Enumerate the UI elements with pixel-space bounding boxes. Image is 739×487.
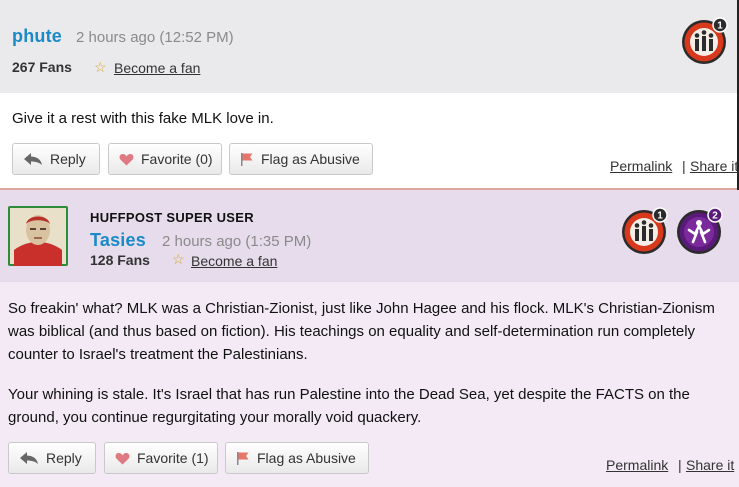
badge-level: 1 xyxy=(657,211,663,222)
superuser-badge-icon[interactable]: 2 xyxy=(675,206,725,256)
favorite-button[interactable]: Favorite (1) xyxy=(104,442,218,474)
reply-button[interactable]: Reply xyxy=(8,442,96,474)
favorite-button[interactable]: Favorite (0) xyxy=(108,143,222,175)
comment-text: Your whining is stale. It's Israel that … xyxy=(8,386,690,426)
fan-count: 267 Fans xyxy=(12,59,72,75)
comment-timestamp: 2 hours ago (1:35 PM) xyxy=(162,233,312,250)
heart-icon xyxy=(119,153,134,166)
flag-icon xyxy=(236,451,250,465)
permalink-link[interactable]: Permalink xyxy=(606,457,668,473)
flag-label: Flag as Abusive xyxy=(257,450,356,466)
heart-icon xyxy=(115,452,130,465)
username-link[interactable]: phute xyxy=(12,26,62,47)
flag-abusive-button[interactable]: Flag as Abusive xyxy=(225,442,369,474)
become-fan-link[interactable]: Become a fan xyxy=(114,60,200,76)
badge-level: 1 xyxy=(717,21,723,32)
become-fan-link[interactable]: Become a fan xyxy=(191,253,277,269)
comment-1-header xyxy=(0,0,739,93)
reply-arrow-icon xyxy=(23,152,43,166)
comment-text: So freakin' what? MLK was a Christian-Zi… xyxy=(8,300,715,363)
reply-label: Reply xyxy=(46,450,82,466)
reply-arrow-icon xyxy=(19,451,39,465)
badge-level: 2 xyxy=(712,211,718,222)
username-link[interactable]: Tasies xyxy=(90,230,146,251)
star-icon: ☆ xyxy=(172,251,185,267)
permalink-link[interactable]: Permalink xyxy=(610,158,672,174)
user-title: HUFFPOST SUPER USER xyxy=(90,210,254,225)
reply-label: Reply xyxy=(50,151,86,167)
networking-badge-icon[interactable]: 1 xyxy=(680,16,730,66)
comment-text: Give it a rest with this fake MLK love i… xyxy=(12,110,274,127)
flag-icon xyxy=(240,152,254,166)
avatar[interactable] xyxy=(8,206,68,266)
star-icon: ☆ xyxy=(94,59,107,75)
favorite-label: Favorite (0) xyxy=(141,151,213,167)
reply-button[interactable]: Reply xyxy=(12,143,100,175)
link-separator: | xyxy=(682,158,686,174)
fan-count: 128 Fans xyxy=(90,252,150,268)
favorite-label: Favorite (1) xyxy=(137,450,209,466)
share-link[interactable]: Share it xyxy=(686,457,734,473)
share-link[interactable]: Share it xyxy=(690,158,738,174)
link-separator: | xyxy=(678,457,682,473)
comment-timestamp: 2 hours ago (12:52 PM) xyxy=(76,29,234,46)
flag-abusive-button[interactable]: Flag as Abusive xyxy=(229,143,373,175)
networking-badge-icon[interactable]: 1 xyxy=(620,206,670,256)
flag-label: Flag as Abusive xyxy=(261,151,360,167)
